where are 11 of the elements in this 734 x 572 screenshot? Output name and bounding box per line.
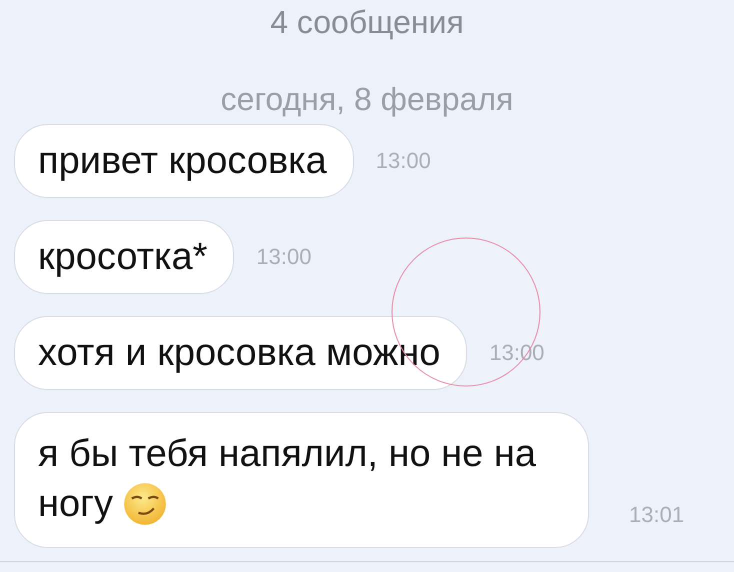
message-text: кросотка*: [38, 235, 208, 279]
message-time: 13:00: [256, 244, 312, 270]
message-text: привет кросовка: [38, 139, 327, 183]
message-time: 13:01: [629, 502, 684, 528]
smiley-emoji-icon: [122, 482, 167, 526]
date-separator: сегодня, 8 февраля: [220, 82, 514, 116]
message-text: я бы тебя напялил, но не на: [38, 432, 536, 477]
message-text: хотя и кросовка можно: [38, 331, 440, 375]
message-count: 4 сообщения: [269, 3, 465, 42]
message-text: ногу: [38, 482, 113, 527]
message-time: 13:00: [376, 148, 431, 174]
